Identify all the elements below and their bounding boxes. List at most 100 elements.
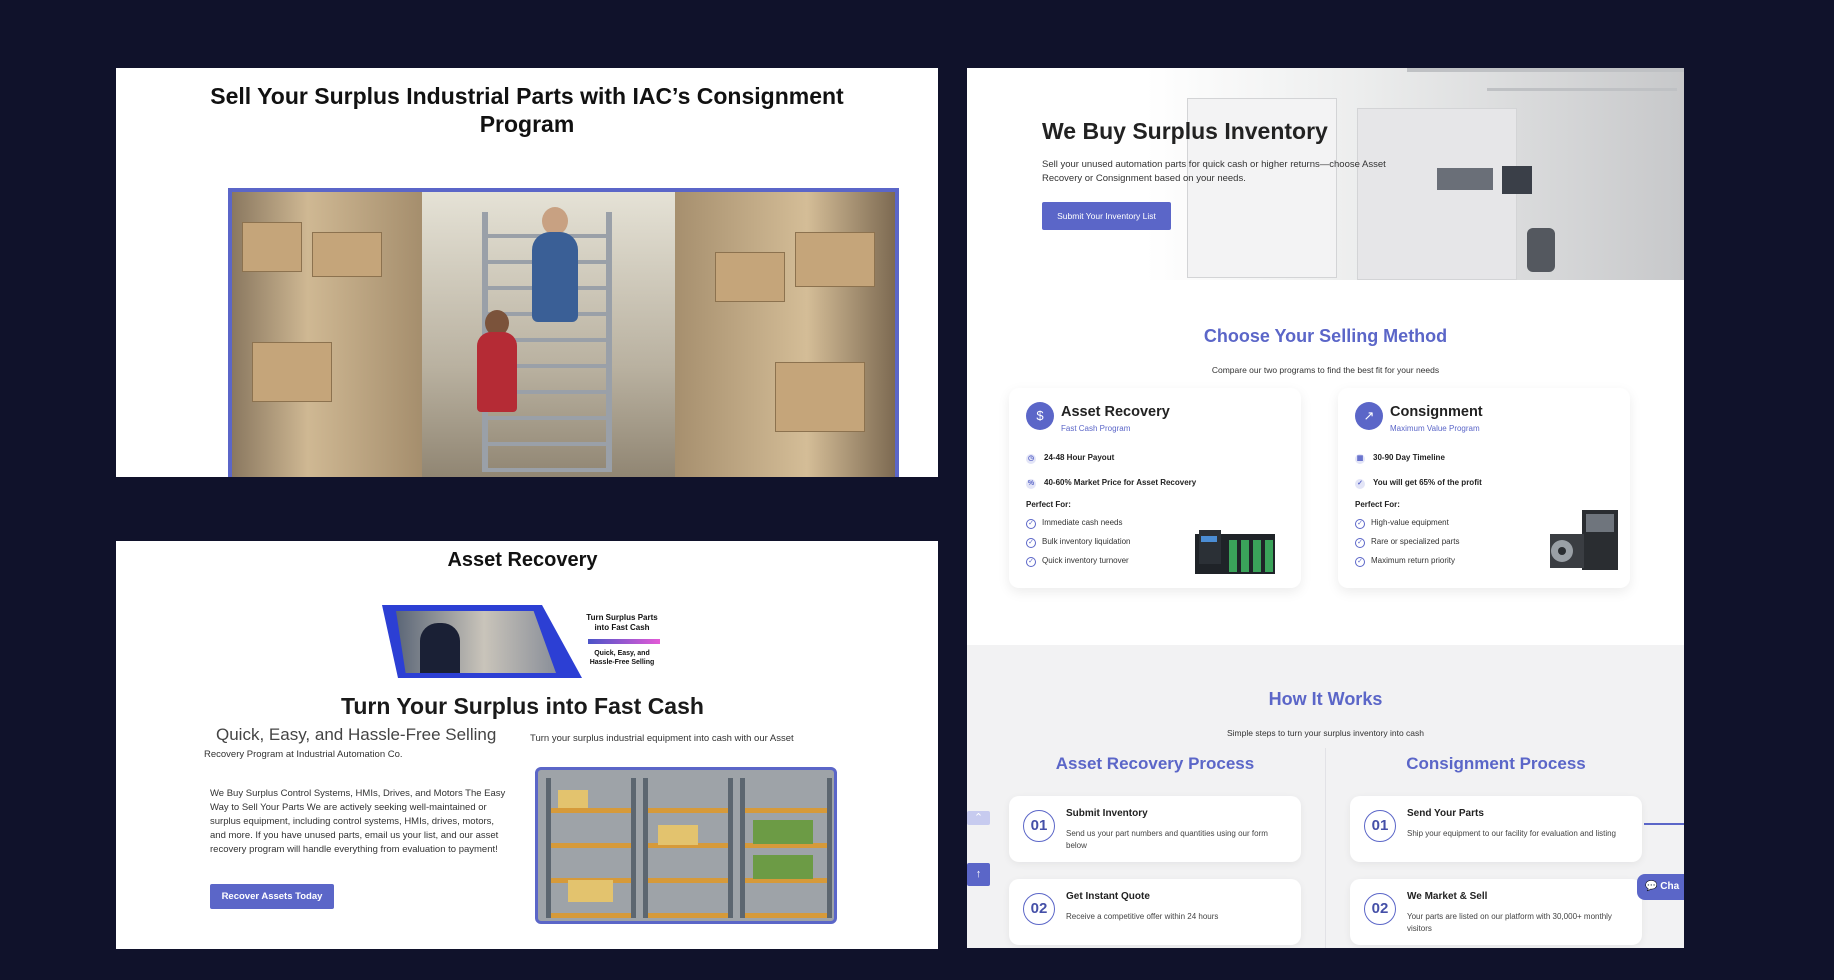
list-item: ✓ Rare or specialized parts: [1355, 537, 1459, 548]
chart-icon: ↗: [1355, 402, 1383, 430]
process-step: 01 Submit Inventory Send us your part nu…: [1009, 796, 1301, 862]
step-description: Ship your equipment to our facility for …: [1407, 829, 1617, 838]
warehouse-racks-photo: [535, 767, 837, 924]
card-feature: ✓ You will get 65% of the profit: [1355, 478, 1482, 489]
we-buy-surplus-panel: We Buy Surplus Inventory Sell your unuse…: [967, 68, 1684, 948]
warehouse-photo: [228, 188, 899, 477]
box: [252, 342, 332, 402]
scroll-up-ghost-button[interactable]: ⌃: [967, 811, 990, 825]
hero-text: Sell your unused automation parts for qu…: [1042, 159, 1386, 184]
check-icon: ✓: [1026, 538, 1036, 548]
chat-label: Cha: [1660, 881, 1680, 892]
box: [558, 790, 588, 808]
list-item-text: Rare or specialized parts: [1371, 537, 1460, 546]
hero-section: We Buy Surplus Inventory Sell your unuse…: [967, 68, 1684, 280]
hero-title: We Buy Surplus Inventory: [1042, 118, 1328, 144]
box: [715, 252, 785, 302]
list-item: ✓ High-value equipment: [1355, 518, 1449, 529]
banner-gradient-bar: [588, 639, 660, 644]
pipe: [1487, 88, 1677, 91]
chair: [1527, 228, 1555, 272]
card-title: Asset Recovery: [1061, 404, 1170, 420]
chat-icon: 💬: [1645, 881, 1658, 892]
process-step: 02 Get Instant Quote Receive a competiti…: [1009, 879, 1301, 945]
consignment-process-title: Consignment Process: [1406, 754, 1586, 773]
perfect-for-label: Perfect For:: [1026, 500, 1071, 509]
step-number: 02: [1023, 893, 1055, 925]
asset-recovery-description: We Buy Surplus Control Systems, HMIs, Dr…: [210, 788, 506, 855]
calendar-icon: ▦: [1355, 454, 1365, 464]
step-number: 01: [1364, 810, 1396, 842]
box: [795, 232, 875, 287]
consignment-card[interactable]: ↗ Consignment Maximum Value Program ▦ 30-…: [1338, 388, 1630, 588]
feature-text: 40-60% Market Price for Asset Recovery: [1044, 478, 1197, 487]
rack: [740, 778, 832, 918]
check-icon: ✓: [1355, 519, 1365, 529]
accent-line: [1644, 823, 1684, 825]
step-title: We Market & Sell: [1407, 891, 1488, 902]
fast-cash-intro-left: Recovery Program at Industrial Automatio…: [204, 749, 403, 760]
box: [312, 232, 382, 277]
how-it-works-subtitle: Simple steps to turn your surplus invent…: [1226, 728, 1424, 738]
worker-head: [542, 207, 568, 235]
step-description: Your parts are listed on our platform wi…: [1407, 912, 1612, 933]
process-divider: [1325, 748, 1326, 948]
back-to-top-icon[interactable]: ↑: [967, 863, 990, 886]
servo-motor-image: [1550, 510, 1618, 570]
list-item-text: Bulk inventory liquidation: [1042, 537, 1131, 546]
step-description: Receive a competitive offer within 24 ho…: [1066, 912, 1219, 921]
asset-recovery-card[interactable]: $ Asset Recovery Fast Cash Program ◷ 24-4…: [1009, 388, 1301, 588]
asset-recovery-process-title: Asset Recovery Process: [1055, 754, 1255, 773]
feature-text: 24-48 Hour Payout: [1044, 453, 1115, 462]
list-item-text: High-value equipment: [1371, 518, 1449, 527]
step-title: Send Your Parts: [1407, 808, 1484, 819]
step-number: 02: [1364, 893, 1396, 925]
monitor: [1437, 168, 1493, 190]
submit-inventory-button[interactable]: Submit Your Inventory List: [1042, 202, 1171, 230]
list-item: ✓ Quick inventory turnover: [1026, 556, 1129, 567]
recover-assets-button[interactable]: Recover Assets Today: [210, 884, 334, 909]
box: [568, 880, 613, 902]
monitor: [1502, 166, 1532, 194]
step-description: Send us your part numbers and quantities…: [1066, 829, 1268, 850]
how-it-works-title: How It Works: [1268, 689, 1383, 709]
worker-on-ladder: [532, 232, 578, 322]
plc-module-image: [1195, 530, 1275, 574]
step-title: Submit Inventory: [1066, 808, 1148, 819]
process-step: 02 We Market & Sell Your parts are liste…: [1350, 879, 1642, 945]
box: [775, 362, 865, 432]
selling-method-title: Choose Your Selling Method: [1203, 326, 1448, 346]
feature-text: You will get 65% of the profit: [1373, 478, 1482, 487]
card-subtitle: Fast Cash Program: [1061, 424, 1131, 433]
list-item-text: Maximum return priority: [1371, 556, 1456, 565]
list-item: ✓ Immediate cash needs: [1026, 518, 1123, 529]
fast-cash-intro-right: Turn your surplus industrial equipment i…: [530, 733, 794, 744]
feature-text: 30-90 Day Timeline: [1373, 453, 1445, 462]
chat-button[interactable]: 💬 Cha: [1637, 874, 1684, 900]
worker-with-tablet: [477, 332, 517, 412]
banner-headline: Turn Surplus Parts into Fast Cash: [586, 613, 658, 632]
check-icon: ✓: [1026, 519, 1036, 529]
step-title: Get Instant Quote: [1066, 891, 1150, 902]
box: [753, 855, 813, 879]
check-icon: ✓: [1026, 557, 1036, 567]
box: [242, 222, 302, 272]
list-item: ✓ Bulk inventory liquidation: [1026, 537, 1131, 548]
pipe: [1407, 68, 1684, 72]
list-item: ✓ Maximum return priority: [1355, 556, 1455, 567]
card-feature: ▦ 30-90 Day Timeline: [1355, 453, 1445, 464]
fast-cash-title: Turn Your Surplus into Fast Cash: [341, 693, 704, 719]
control-cabinet: [1357, 108, 1517, 280]
fast-cash-subtitle: Quick, Easy, and Hassle-Free Selling: [216, 725, 497, 744]
list-item-text: Quick inventory turnover: [1042, 556, 1129, 565]
asset-recovery-heading: Asset Recovery: [447, 549, 598, 571]
banner-tagline: Quick, Easy, and Hassle-Free Selling: [589, 650, 655, 666]
banner-person: [420, 623, 460, 673]
box: [658, 825, 698, 845]
percent-icon: %: [1026, 479, 1036, 489]
consignment-title: Sell Your Surplus Industrial Parts with …: [210, 83, 844, 137]
list-item-text: Immediate cash needs: [1042, 518, 1123, 527]
card-feature: % 40-60% Market Price for Asset Recovery: [1026, 478, 1196, 489]
check-icon: ✓: [1355, 557, 1365, 567]
badge-check-icon: ✓: [1355, 479, 1365, 489]
